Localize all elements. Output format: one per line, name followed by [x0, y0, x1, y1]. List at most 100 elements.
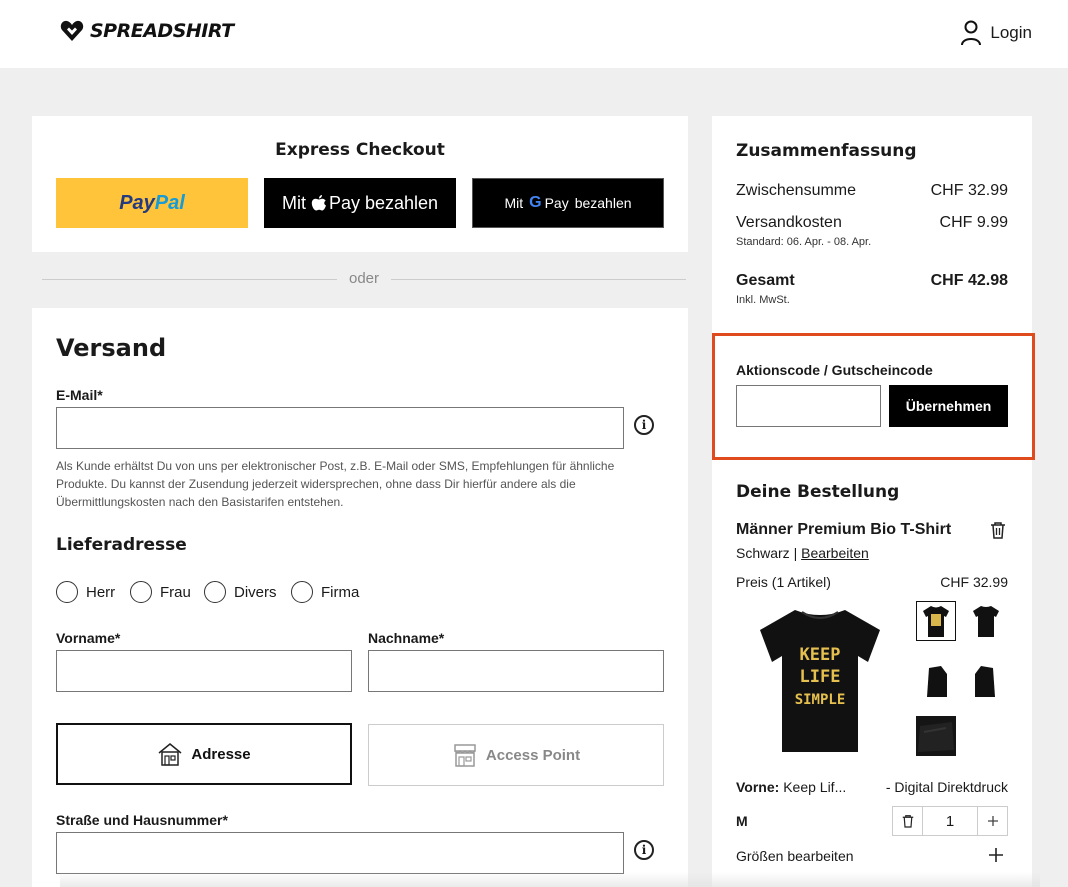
shipping-cost-label: Versandkosten: [736, 214, 842, 231]
delivery-address-title: Lieferadresse: [56, 535, 187, 555]
apple-pay-button[interactable]: Mit Pay bezahlen: [264, 178, 456, 228]
subtotal-label: Zwischensumme: [736, 182, 857, 199]
email-label: E-Mail*: [56, 387, 103, 403]
radio-herr[interactable]: Herr: [56, 581, 115, 603]
street-field[interactable]: [56, 832, 624, 874]
apple-icon: [311, 195, 326, 211]
plus-icon: [987, 816, 998, 826]
firstname-field[interactable]: [56, 650, 352, 692]
shipping-date-note: Standard: 06. Apr. - 08. Apr.: [736, 236, 872, 248]
bottom-fade: [60, 872, 1040, 887]
design-line-3: SIMPLE: [795, 692, 846, 708]
thumbnail-back[interactable]: [966, 601, 1006, 641]
radio-firma[interactable]: Firma: [291, 581, 359, 603]
lastname-field[interactable]: [368, 650, 664, 692]
top-bar: SPREADSHIRT Login: [0, 0, 1068, 68]
login-label: Login: [990, 23, 1032, 42]
paypal-button[interactable]: Pay Pal: [56, 178, 248, 228]
print-side-label: Vorne:: [736, 779, 780, 795]
access-point-option-button[interactable]: Access Point: [368, 724, 664, 786]
google-pay-pre: Mit: [504, 195, 524, 211]
brand-logo[interactable]: SPREADSHIRT: [60, 20, 234, 42]
product-variant: Schwarz | Bearbeiten: [736, 545, 869, 561]
email-info-icon[interactable]: i: [634, 415, 654, 435]
user-icon: [961, 20, 982, 46]
shipping-cost-value: CHF 9.99: [939, 214, 1008, 231]
paypal-label-2: Pal: [154, 191, 185, 214]
google-pay-post: bezahlen: [574, 195, 632, 211]
heart-logo-icon: [60, 20, 84, 41]
google-g-icon: G: [529, 194, 542, 211]
print-info-row: Vorne: Keep Lif... - Digital Direktdruck: [736, 779, 1008, 795]
summary-card: Zusammenfassung Zwischensumme CHF 32.99 …: [712, 116, 1032, 887]
radio-divers[interactable]: Divers: [204, 581, 277, 603]
design-line-2: LIFE: [800, 667, 841, 687]
brand-name: SPREADSHIRT: [90, 20, 234, 42]
google-pay-mid: Pay: [544, 195, 569, 211]
thumbnail-front[interactable]: [916, 601, 956, 641]
price-row: Preis (1 Artikel) CHF 32.99: [736, 574, 1008, 590]
email-hint-line-3: Übermittlungskosten nach den Basistarife…: [56, 495, 344, 509]
subtotal-row: Zwischensumme CHF 32.99: [736, 182, 1008, 200]
apple-pay-pre: Mit: [281, 192, 306, 213]
print-method: - Digital Direktdruck: [885, 779, 1008, 795]
edit-sizes-link[interactable]: Größen bearbeiten: [736, 848, 854, 864]
divider-text: oder: [337, 270, 391, 287]
radio-circle[interactable]: [56, 581, 78, 603]
total-row: Gesamt CHF 42.98: [736, 272, 1008, 290]
express-checkout-title: Express Checkout: [275, 140, 445, 160]
trash-icon[interactable]: [990, 521, 1006, 539]
login-button[interactable]: Login: [960, 20, 1032, 46]
product-name: Männer Premium Bio T-Shirt: [736, 521, 952, 538]
trash-icon: [902, 815, 913, 828]
edit-product-link[interactable]: Bearbeiten: [801, 545, 869, 561]
address-option-label: Adresse: [191, 745, 251, 763]
total-value: CHF 42.98: [930, 272, 1008, 289]
radio-divers-label: Divers: [234, 583, 277, 601]
house-icon: [158, 743, 182, 766]
price-value: CHF 32.99: [940, 574, 1008, 590]
store-icon: [454, 744, 476, 767]
quantity-stepper[interactable]: 1: [892, 806, 1008, 836]
shipping-title: Versand: [56, 334, 167, 362]
total-label: Gesamt: [736, 272, 795, 289]
email-hint-line-2: Produkte. Du kannst der Zusendung jederz…: [56, 477, 576, 491]
email-hint: Als Kunde erhältst Du von uns per elektr…: [56, 457, 666, 511]
email-hint-line-1: Als Kunde erhältst Du von uns per elektr…: [56, 459, 615, 473]
product-color: Schwarz: [736, 545, 790, 561]
design-line-1: KEEP: [800, 645, 841, 665]
price-label: Preis (1 Artikel): [736, 574, 831, 590]
qty-remove-button[interactable]: [893, 807, 923, 835]
size-label: M: [736, 813, 748, 829]
firstname-label: Vorname*: [56, 630, 121, 646]
subtotal-value: CHF 32.99: [930, 182, 1008, 199]
paypal-label-1: Pay: [119, 191, 155, 214]
address-option-button[interactable]: Adresse: [56, 723, 352, 785]
shipping-card: Versand E-Mail* i Als Kunde erhältst Du …: [32, 308, 688, 887]
radio-circle[interactable]: [204, 581, 226, 603]
thumbnail-detail[interactable]: [916, 716, 956, 756]
lastname-label: Nachname*: [368, 630, 445, 646]
google-pay-button[interactable]: Mit G Pay bezahlen: [472, 178, 664, 228]
express-checkout-card: Express Checkout Pay Pal Mit Pay bezahlen…: [32, 116, 688, 252]
variant-separator: |: [793, 545, 798, 561]
plus-icon[interactable]: [988, 847, 1004, 863]
qty-value[interactable]: 1: [923, 807, 977, 835]
promo-highlight-frame: [712, 333, 1035, 460]
apple-pay-post: Pay bezahlen: [328, 192, 439, 213]
tax-note: Inkl. MwSt.: [736, 294, 790, 306]
product-image: KEEP LIFE SIMPLE: [760, 610, 880, 752]
email-field[interactable]: [56, 407, 624, 449]
radio-frau-label: Frau: [160, 583, 191, 601]
shipping-cost-row: Versandkosten CHF 9.99: [736, 214, 1008, 232]
qty-increase-button[interactable]: [977, 807, 1007, 835]
radio-circle[interactable]: [130, 581, 152, 603]
street-info-icon[interactable]: i: [634, 840, 654, 860]
thumbnail-right-sleeve[interactable]: [966, 661, 1006, 701]
order-title: Deine Bestellung: [736, 482, 900, 502]
radio-circle[interactable]: [291, 581, 313, 603]
radio-frau[interactable]: Frau: [130, 581, 191, 603]
thumbnail-left-sleeve[interactable]: [916, 661, 956, 701]
radio-herr-label: Herr: [86, 583, 116, 601]
print-design-name: Keep Lif...: [783, 779, 847, 795]
